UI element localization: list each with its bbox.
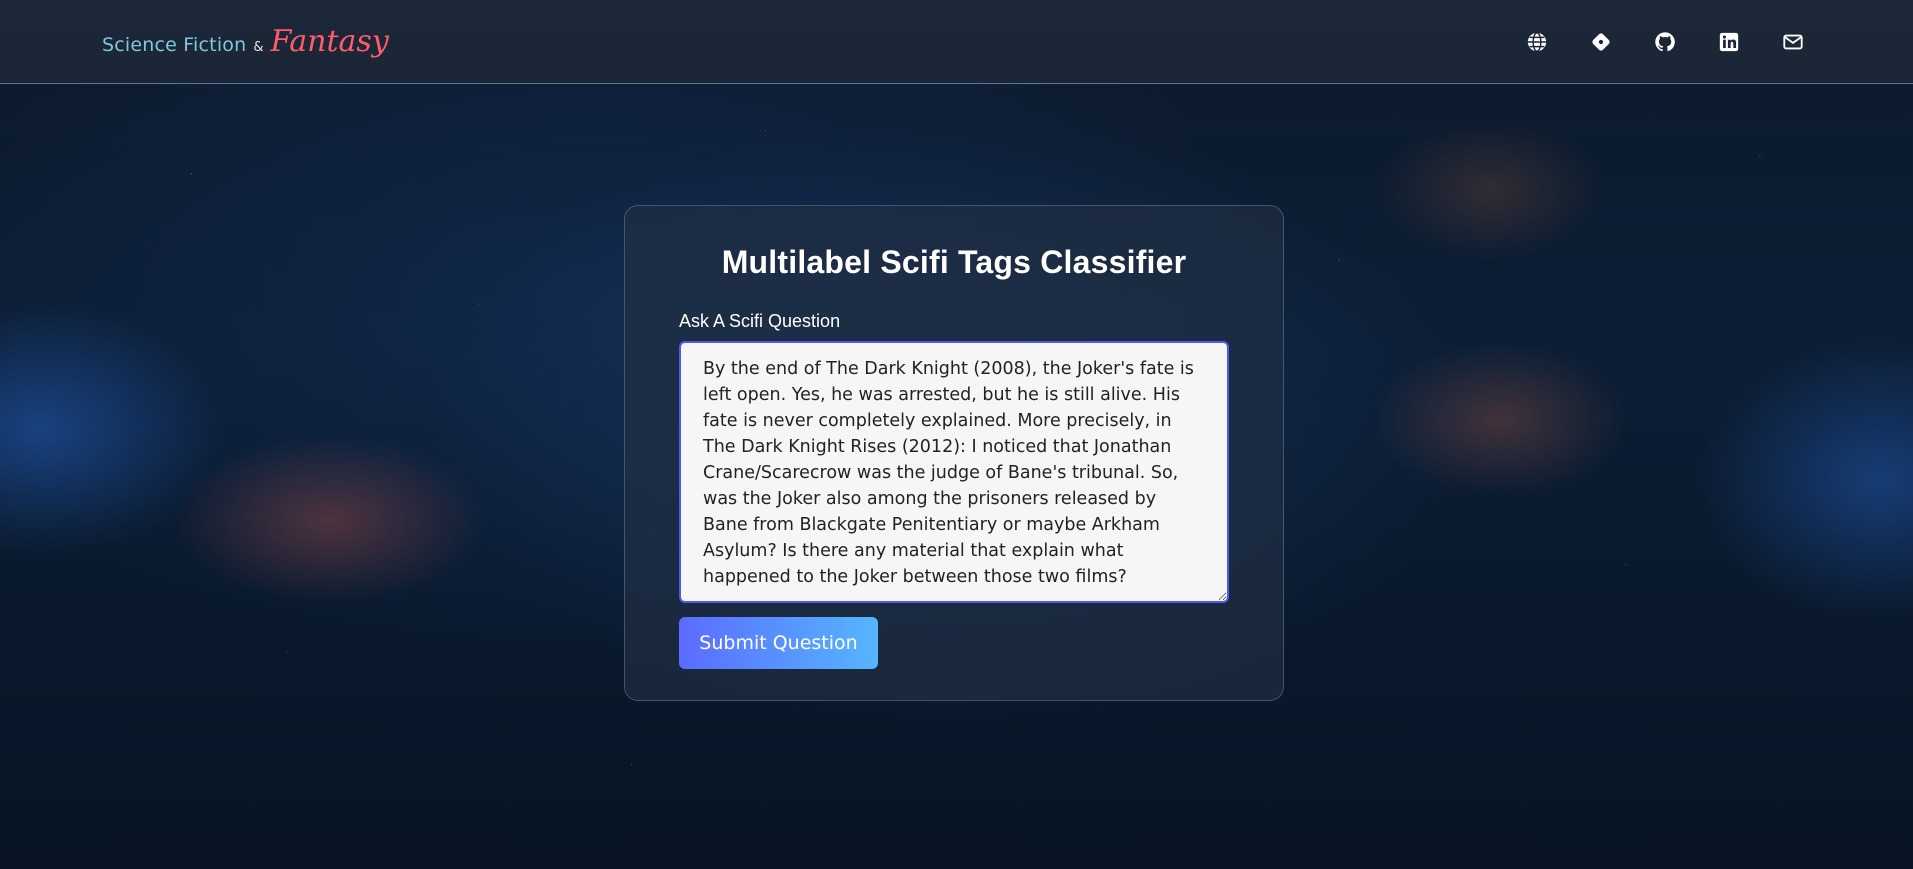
diamond-icon[interactable]	[1589, 30, 1613, 54]
linkedin-icon[interactable]	[1717, 30, 1741, 54]
mail-icon[interactable]	[1781, 30, 1805, 54]
question-label: Ask A Scifi Question	[679, 311, 841, 331]
brand-primary-text: Science Fiction	[102, 34, 247, 56]
brand-logo[interactable]: Science Fiction & Fantasy	[102, 24, 389, 59]
github-icon[interactable]	[1653, 30, 1677, 54]
classifier-card: Multilabel Scifi Tags Classifier Ask A S…	[624, 205, 1284, 701]
brand-ampersand: &	[253, 40, 264, 55]
question-input[interactable]: By the end of The Dark Knight (2008), th…	[679, 341, 1229, 603]
globe-icon[interactable]	[1525, 30, 1549, 54]
social-links	[1525, 30, 1805, 54]
submit-question-button[interactable]: Submit Question	[679, 617, 878, 669]
brand-secondary-text: Fantasy	[270, 24, 389, 59]
top-navbar: Science Fiction & Fantasy	[0, 0, 1913, 84]
page-title: Multilabel Scifi Tags Classifier	[721, 244, 1187, 280]
